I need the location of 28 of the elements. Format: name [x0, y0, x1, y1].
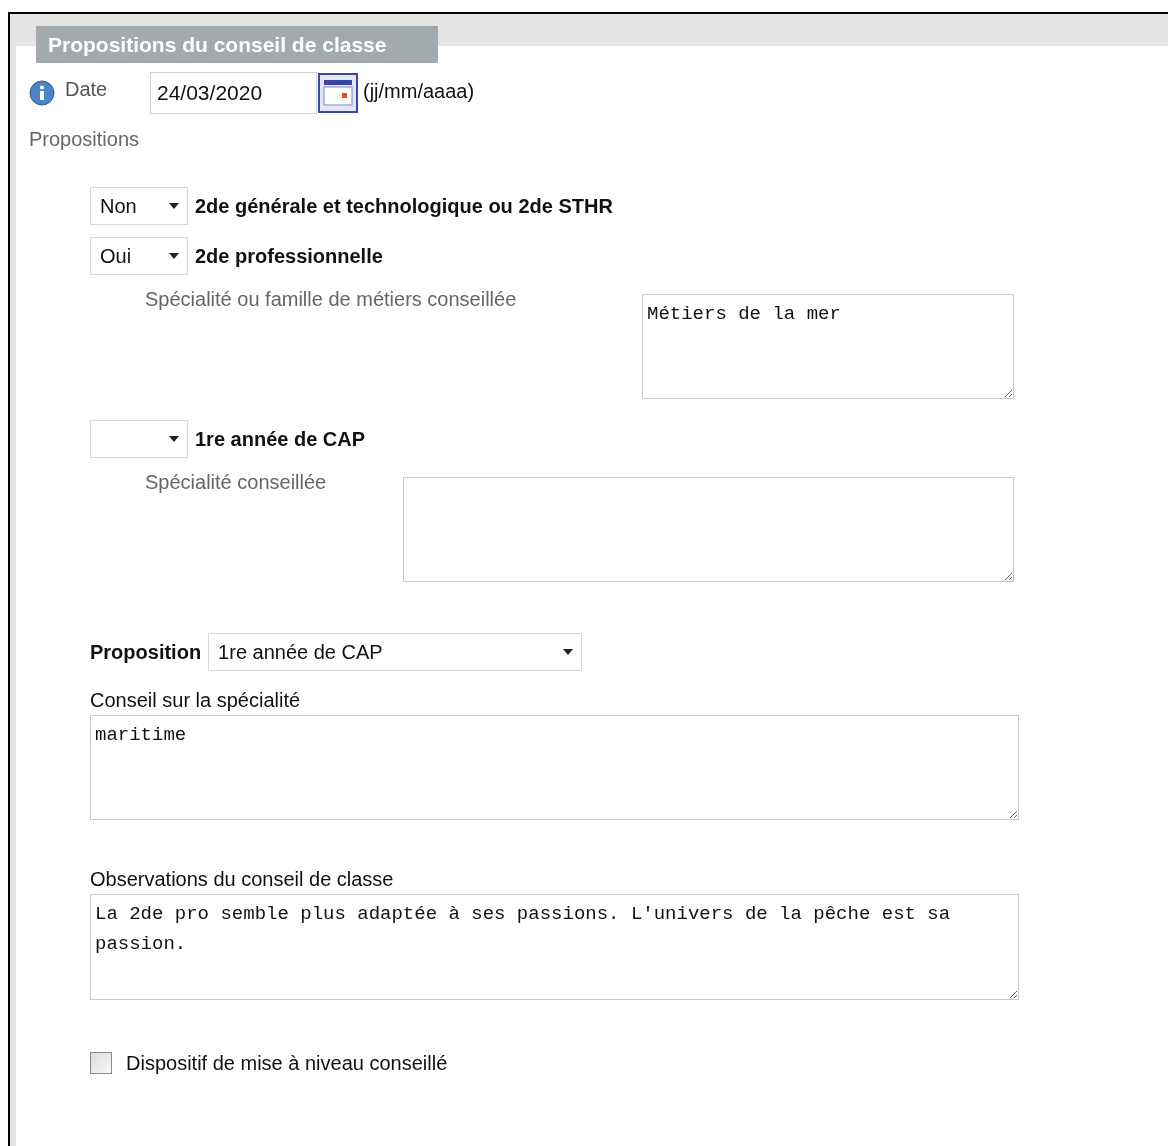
proposition-label: Proposition [90, 640, 202, 665]
dropdown[interactable]: Non [90, 187, 188, 225]
caret-icon [169, 203, 179, 209]
text-area[interactable] [403, 477, 1014, 582]
detail-label: Spécialité ou famille de métiers conseillée [145, 287, 518, 312]
info-icon [29, 80, 55, 106]
text-area[interactable]: La 2de pro semble plus adaptée à ses passions. L'univers de la pêche est sa passion. [90, 894, 1019, 1000]
propositions-label: Propositions [29, 127, 140, 152]
section-title: Propositions du conseil de classe [36, 26, 438, 63]
date-label: Date [65, 77, 109, 102]
caret-icon [169, 436, 179, 442]
option-label: 1re année de CAP [195, 427, 366, 452]
text-area[interactable]: Métiers de la mer [642, 294, 1014, 399]
caret-icon [563, 649, 574, 655]
option-label: 2de générale et technologique ou 2de STHR [195, 194, 613, 219]
checkbox[interactable] [90, 1052, 112, 1074]
checkbox-label: Dispositif de mise à niveau conseillé [126, 1051, 448, 1076]
calendar-icon[interactable] [318, 73, 358, 113]
dropdown[interactable]: 1re année de CAP [208, 633, 583, 671]
text-area[interactable]: maritime [90, 715, 1019, 820]
caret-icon [169, 253, 179, 259]
advice-label: Conseil sur la spécialité [90, 688, 301, 713]
option-label: 2de professionnelle [195, 244, 383, 269]
observations-label: Observations du conseil de classe [90, 867, 394, 892]
date-field[interactable]: 24/03/2020 [150, 72, 317, 114]
detail-label: Spécialité conseillée [145, 470, 328, 495]
dropdown[interactable]: Oui [90, 237, 188, 275]
date-format-hint: (jj/mm/aaaa) [363, 79, 475, 104]
